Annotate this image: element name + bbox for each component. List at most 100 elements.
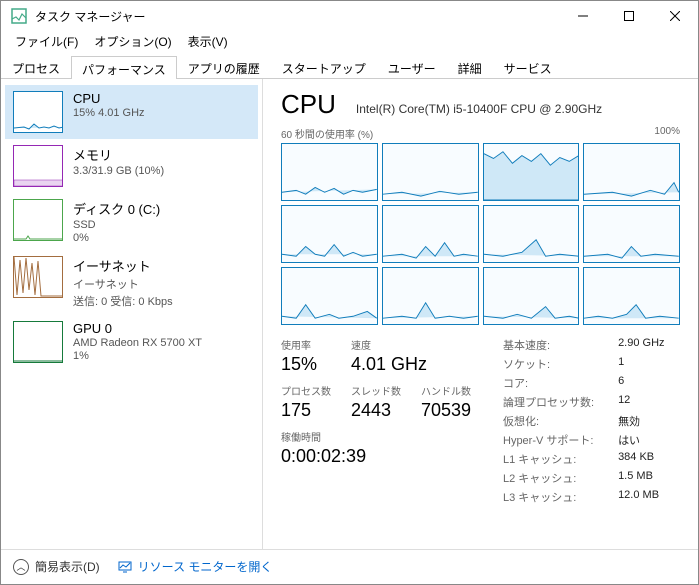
- page-title: CPU: [281, 89, 336, 120]
- virt-value: 無効: [618, 413, 664, 429]
- tab-startup[interactable]: スタートアップ: [271, 55, 377, 78]
- util-label: 使用率: [281, 337, 333, 352]
- net-sub2: 送信: 0 受信: 0 Kbps: [73, 293, 173, 309]
- cpu-graph-grid[interactable]: [281, 143, 680, 325]
- memory-minigraph: [13, 145, 63, 187]
- core-graph: [483, 205, 580, 263]
- net-minigraph: [13, 256, 63, 298]
- hnd-value: 70539: [421, 400, 473, 421]
- gpu-title: GPU 0: [73, 321, 202, 336]
- core-graph: [583, 143, 680, 201]
- cpu-model: Intel(R) Core(TM) i5-10400F CPU @ 2.90GH…: [356, 102, 602, 116]
- minimize-button[interactable]: [560, 1, 606, 31]
- tabbar: プロセス パフォーマンス アプリの履歴 スタートアップ ユーザー 詳細 サービス: [1, 53, 698, 79]
- base-speed-label: 基本速度:: [503, 337, 594, 353]
- disk-minigraph: [13, 199, 63, 241]
- content: CPU15% 4.01 GHz メモリ3.3/31.9 GB (10%) ディス…: [1, 79, 698, 549]
- close-button[interactable]: [652, 1, 698, 31]
- menu-options[interactable]: オプション(O): [86, 31, 179, 53]
- graph-right-label: 100%: [654, 126, 680, 141]
- core-graph: [483, 143, 580, 201]
- l2-value: 1.5 MB: [618, 470, 664, 486]
- l2-label: L2 キャッシュ:: [503, 470, 594, 486]
- titlebar: タスク マネージャー: [1, 1, 698, 31]
- core-graph: [281, 205, 378, 263]
- core-graph: [382, 267, 479, 325]
- cpu-sub: 15% 4.01 GHz: [73, 107, 145, 119]
- l3-value: 12.0 MB: [618, 489, 664, 505]
- stats: 使用率 15% 速度 4.01 GHz プロセス数 175 スレッド数 2443 ハンド…: [281, 337, 680, 505]
- uptime-label: 稼働時間: [281, 429, 366, 444]
- core-graph: [281, 143, 378, 201]
- core-graph: [583, 267, 680, 325]
- core-graph: [583, 205, 680, 263]
- thr-value: 2443: [351, 400, 403, 421]
- monitor-icon: [118, 560, 132, 574]
- sockets-value: 1: [618, 356, 664, 372]
- tab-users[interactable]: ユーザー: [377, 55, 447, 78]
- tab-services[interactable]: サービス: [493, 55, 563, 78]
- memory-sub: 3.3/31.9 GB (10%): [73, 165, 164, 177]
- gpu-sub1: AMD Radeon RX 5700 XT: [73, 337, 202, 349]
- proc-label: プロセス数: [281, 383, 333, 398]
- window-title: タスク マネージャー: [35, 8, 560, 25]
- core-graph: [281, 267, 378, 325]
- disk-title: ディスク 0 (C:): [73, 199, 160, 218]
- chevron-up-icon: ︿: [13, 559, 29, 575]
- graph-left-label: 60 秒間の使用率 (%): [281, 126, 373, 141]
- tab-performance[interactable]: パフォーマンス: [71, 56, 177, 79]
- menubar: ファイル(F) オプション(O) 表示(V): [1, 31, 698, 53]
- net-title: イーサネット: [73, 256, 173, 275]
- menu-file[interactable]: ファイル(F): [7, 31, 86, 53]
- speed-value: 4.01 GHz: [351, 354, 427, 375]
- tab-processes[interactable]: プロセス: [1, 55, 71, 78]
- sidebar-item-memory[interactable]: メモリ3.3/31.9 GB (10%): [5, 139, 258, 193]
- hyperv-label: Hyper-V サポート:: [503, 432, 594, 448]
- hyperv-value: はい: [618, 432, 664, 448]
- cpu-right-stats: 基本速度: 2.90 GHz ソケット: 1 コア: 6 論理プロセッサ数: 12 仮想…: [503, 337, 665, 505]
- l1-label: L1 キャッシュ:: [503, 451, 594, 467]
- sidebar-item-gpu[interactable]: GPU 0AMD Radeon RX 5700 XT1%: [5, 315, 258, 369]
- gpu-minigraph: [13, 321, 63, 363]
- sidebar-item-disk[interactable]: ディスク 0 (C:)SSD0%: [5, 193, 258, 250]
- util-value: 15%: [281, 354, 333, 375]
- fewer-details-label: 簡易表示(D): [35, 558, 100, 575]
- resource-monitor-label: リソース モニターを開く: [138, 558, 273, 575]
- disk-sub2: 0%: [73, 232, 160, 244]
- uptime-value: 0:00:02:39: [281, 446, 366, 467]
- sidebar-item-ethernet[interactable]: イーサネットイーサネット送信: 0 受信: 0 Kbps: [5, 250, 258, 315]
- cpu-minigraph: [13, 91, 63, 133]
- cores-value: 6: [618, 375, 664, 391]
- l1-value: 384 KB: [618, 451, 664, 467]
- cores-label: コア:: [503, 375, 594, 391]
- base-speed-value: 2.90 GHz: [618, 337, 664, 353]
- menu-view[interactable]: 表示(V): [180, 31, 236, 53]
- resource-monitor-link[interactable]: リソース モニターを開く: [118, 558, 273, 575]
- maximize-button[interactable]: [606, 1, 652, 31]
- gpu-sub2: 1%: [73, 350, 202, 362]
- sockets-label: ソケット:: [503, 356, 594, 372]
- sidebar: CPU15% 4.01 GHz メモリ3.3/31.9 GB (10%) ディス…: [1, 79, 263, 549]
- main-panel: CPU Intel(R) Core(TM) i5-10400F CPU @ 2.…: [263, 79, 698, 549]
- cpu-title: CPU: [73, 91, 145, 106]
- fewer-details-button[interactable]: ︿ 簡易表示(D): [13, 558, 100, 575]
- core-graph: [382, 205, 479, 263]
- logical-value: 12: [618, 394, 664, 410]
- logical-label: 論理プロセッサ数:: [503, 394, 594, 410]
- sidebar-item-cpu[interactable]: CPU15% 4.01 GHz: [5, 85, 258, 139]
- l3-label: L3 キャッシュ:: [503, 489, 594, 505]
- tab-apphistory[interactable]: アプリの履歴: [177, 55, 271, 78]
- footer: ︿ 簡易表示(D) リソース モニターを開く: [1, 549, 698, 583]
- net-sub1: イーサネット: [73, 276, 173, 292]
- virt-label: 仮想化:: [503, 413, 594, 429]
- tab-details[interactable]: 詳細: [447, 55, 493, 78]
- memory-title: メモリ: [73, 145, 164, 164]
- thr-label: スレッド数: [351, 383, 403, 398]
- speed-label: 速度: [351, 337, 427, 352]
- app-icon: [11, 8, 27, 24]
- core-graph: [382, 143, 479, 201]
- hnd-label: ハンドル数: [421, 383, 473, 398]
- proc-value: 175: [281, 400, 333, 421]
- disk-sub1: SSD: [73, 219, 160, 231]
- core-graph: [483, 267, 580, 325]
